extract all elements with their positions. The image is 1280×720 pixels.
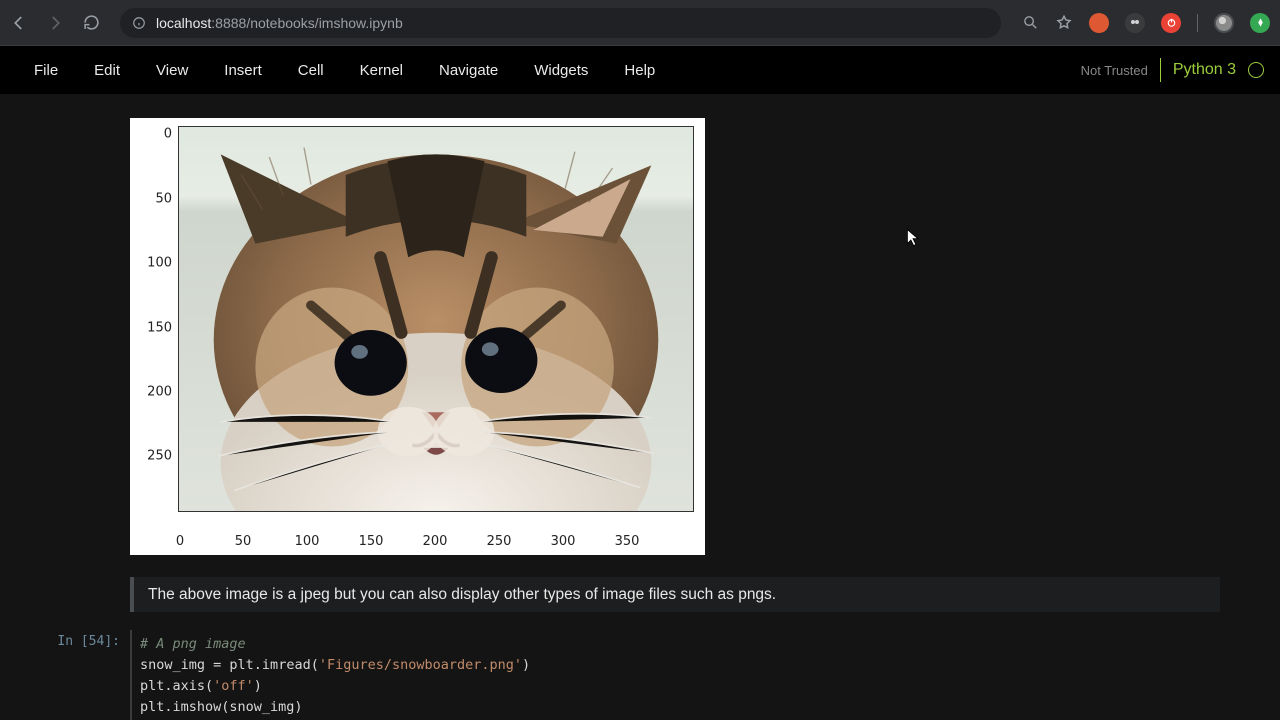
code-token: ) [522, 657, 530, 673]
output-figure-cell: 0 50 100 150 200 250 0 50 100 150 200 25… [30, 118, 1250, 555]
search-icon[interactable] [1021, 14, 1039, 32]
input-prompt: In [54]: [50, 630, 130, 720]
menu-insert[interactable]: Insert [206, 52, 280, 89]
address-bar[interactable]: localhost:8888/notebooks/imshow.ipynb [120, 8, 1001, 38]
xtick: 200 [423, 534, 448, 549]
ytick: 150 [147, 321, 172, 336]
code-cell[interactable]: In [54]: # A png image snow_img = plt.im… [30, 630, 1250, 720]
menu-navigate[interactable]: Navigate [421, 52, 516, 89]
code-body[interactable]: # A png image snow_img = plt.imread('Fig… [130, 630, 530, 720]
xtick: 150 [359, 534, 384, 549]
kernel-name[interactable]: Python 3 [1173, 61, 1236, 79]
code-token: 'Figures/snowboarder.png' [319, 657, 522, 673]
nav-controls [10, 14, 100, 32]
extension-green-icon[interactable] [1250, 13, 1270, 33]
matplotlib-figure: 0 50 100 150 200 250 0 50 100 150 200 25… [130, 118, 705, 555]
separator [1160, 58, 1161, 82]
xtick: 0 [176, 534, 184, 549]
code-token: 'off' [213, 678, 254, 694]
markdown-cell[interactable]: The above image is a jpeg but you can al… [130, 577, 1220, 612]
markdown-text: The above image is a jpeg but you can al… [148, 583, 1206, 606]
extension-power-icon[interactable] [1161, 13, 1181, 33]
extension-duckduckgo-icon[interactable] [1089, 13, 1109, 33]
separator [1197, 14, 1198, 32]
kernel-status-icon [1248, 62, 1264, 78]
url-text: localhost:8888/notebooks/imshow.ipynb [156, 15, 403, 31]
code-token: snow_img [140, 657, 213, 673]
menu-edit[interactable]: Edit [76, 52, 138, 89]
menu-kernel[interactable]: Kernel [342, 52, 421, 89]
menu-cell[interactable]: Cell [280, 52, 342, 89]
xtick: 350 [615, 534, 640, 549]
menu-widgets[interactable]: Widgets [516, 52, 606, 89]
xtick: 50 [235, 534, 252, 549]
trust-indicator[interactable]: Not Trusted [1081, 63, 1148, 78]
info-icon [132, 16, 146, 30]
code-token: plt.imshow(snow_img) [140, 699, 303, 715]
forward-button[interactable] [46, 14, 64, 32]
code-comment: # A png image [140, 636, 246, 652]
code-token: plt.axis( [140, 678, 213, 694]
profile-avatar-icon[interactable] [1214, 13, 1234, 33]
ytick: 100 [147, 256, 172, 271]
code-token: = [213, 657, 229, 673]
plot-image-area [178, 126, 694, 512]
reload-button[interactable] [82, 14, 100, 32]
menu-view[interactable]: View [138, 52, 206, 89]
bookmark-star-icon[interactable] [1055, 14, 1073, 32]
browser-toolbar: localhost:8888/notebooks/imshow.ipynb [0, 0, 1280, 46]
back-button[interactable] [10, 14, 28, 32]
browser-actions [1021, 13, 1270, 33]
notebook-area[interactable]: 0 50 100 150 200 250 0 50 100 150 200 25… [0, 94, 1280, 720]
extension-icon[interactable] [1125, 13, 1145, 33]
menu-file[interactable]: File [16, 52, 76, 89]
notebook-menu-bar: File Edit View Insert Cell Kernel Naviga… [0, 46, 1280, 94]
code-token: ) [254, 678, 262, 694]
xtick: 300 [551, 534, 576, 549]
xtick: 250 [487, 534, 512, 549]
code-token: plt.imread( [229, 657, 318, 673]
ytick: 0 [164, 127, 172, 142]
ytick: 250 [147, 449, 172, 464]
ytick: 200 [147, 385, 172, 400]
menu-help[interactable]: Help [606, 52, 673, 89]
ytick: 50 [155, 192, 172, 207]
kitten-image [179, 127, 693, 511]
xtick: 100 [295, 534, 320, 549]
